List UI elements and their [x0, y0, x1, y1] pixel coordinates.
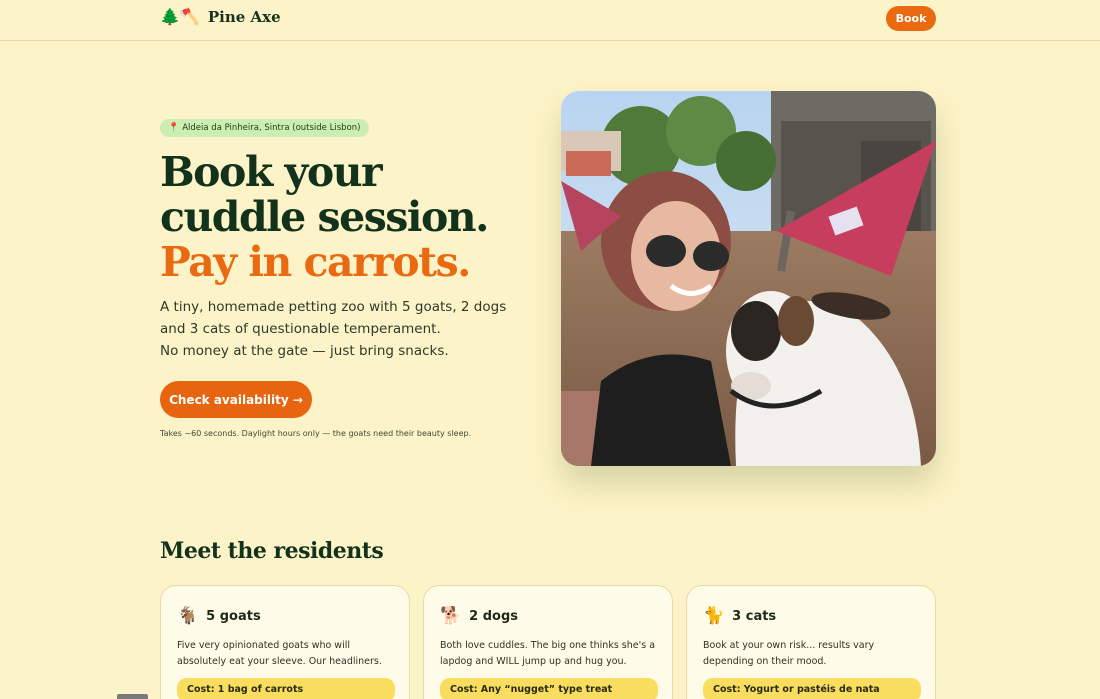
map-pin-icon: 📍: [168, 123, 180, 133]
description-line-1: A tiny, homemade petting zoo with 5 goat…: [160, 299, 507, 337]
hero-description: A tiny, homemade petting zoo with 5 goat…: [160, 296, 530, 362]
hero-headline: Book your cuddle session. Pay in carrots…: [160, 150, 540, 285]
cost-pill: Cost: Any “nugget” type treat: [440, 678, 658, 699]
top-nav: 🌲🪓 Pine Axe Book: [0, 0, 1100, 41]
cat-icon: 🐈: [703, 606, 725, 626]
card-title: 3 cats: [732, 608, 777, 624]
description-line-2: No money at the gate — just bring snacks…: [160, 343, 449, 359]
cost-pill: Cost: Yogurt or pastéis de nata: [703, 678, 921, 699]
book-button[interactable]: Book: [886, 6, 936, 31]
hero-photo-woman-with-goat: [561, 91, 936, 466]
dog-icon: 🐕: [440, 606, 462, 626]
card-description: Both love cuddles. The big one thinks sh…: [440, 640, 656, 667]
headline-line-2: cuddle session.: [160, 193, 489, 241]
goat-icon: 🐐: [177, 606, 199, 626]
pine-axe-icon: 🌲🪓: [160, 7, 200, 26]
resident-card-dogs: 🐕 2 dogs Both love cuddles. The big one …: [423, 585, 673, 699]
card-header: 🐕 2 dogs: [440, 606, 518, 626]
scroll-handle[interactable]: [117, 694, 148, 699]
card-title: 2 dogs: [469, 608, 519, 624]
headline-line-1: Book your: [160, 148, 383, 196]
cost-pill: Cost: 1 bag of carrots: [177, 678, 395, 699]
card-title: 5 goats: [206, 608, 261, 624]
check-availability-button[interactable]: Check availability →: [160, 381, 312, 418]
residents-section-title: Meet the residents: [160, 538, 384, 564]
card-description: Book at your own risk... results vary de…: [703, 640, 875, 667]
resident-card-goats: 🐐 5 goats Five very opinionated goats wh…: [160, 585, 410, 699]
location-text: Aldeia da Pinheira, Sintra (outside Lisb…: [182, 123, 361, 133]
location-badge: 📍 Aldeia da Pinheira, Sintra (outside Li…: [160, 119, 370, 137]
cta-note: Takes ~60 seconds. Daylight hours only —…: [160, 429, 472, 438]
brand-name: Pine Axe: [207, 8, 281, 26]
card-header: 🐈 3 cats: [703, 606, 776, 626]
brand-logo[interactable]: 🌲🪓 Pine Axe: [160, 6, 281, 28]
resident-card-cats: 🐈 3 cats Book at your own risk... result…: [686, 585, 936, 699]
headline-accent: Pay in carrots.: [160, 238, 471, 286]
card-header: 🐐 5 goats: [177, 606, 261, 626]
card-description: Five very opinionated goats who will abs…: [177, 640, 382, 667]
